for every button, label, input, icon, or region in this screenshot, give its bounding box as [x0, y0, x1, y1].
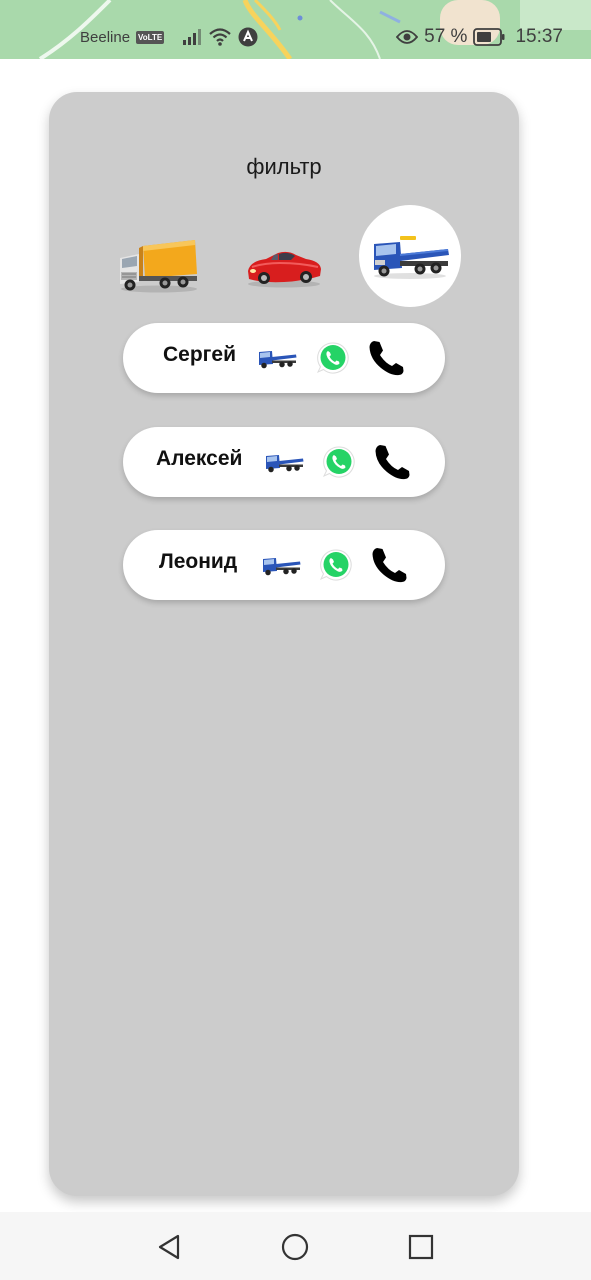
tow-truck-icon	[266, 455, 304, 473]
phone-icon[interactable]	[368, 544, 410, 586]
whatsapp-icon[interactable]	[321, 444, 357, 480]
contact-name: Сергей	[163, 343, 237, 366]
tow-truck-icon	[374, 236, 449, 279]
navigation-bar	[0, 1212, 591, 1280]
status-left-group: Beeline VoLTE	[80, 24, 258, 50]
whatsapp-icon[interactable]	[318, 547, 354, 583]
contact-card: Сергей	[123, 323, 445, 393]
contact-card: Леонид	[123, 530, 445, 600]
contact-card: Алексей	[123, 427, 445, 497]
status-right-group: 57 % 15:37	[396, 24, 563, 50]
filter-tow-truck-button[interactable]	[359, 205, 461, 307]
volte-badge: VoLTE	[136, 30, 165, 44]
home-button[interactable]	[281, 1233, 309, 1261]
battery-icon	[473, 28, 505, 46]
tow-truck-icon	[259, 351, 297, 369]
whatsapp-icon[interactable]	[315, 340, 351, 376]
recents-button[interactable]	[407, 1233, 435, 1261]
tow-truck-icon	[263, 558, 301, 576]
home-icon	[281, 1233, 309, 1261]
phone-icon[interactable]	[371, 441, 413, 483]
eye-icon	[396, 30, 419, 44]
sports-car-icon	[248, 251, 321, 288]
wifi-icon	[209, 28, 231, 46]
signal-icon	[183, 29, 202, 45]
nfc-icon	[238, 27, 258, 47]
recents-icon	[408, 1234, 434, 1260]
back-button[interactable]	[155, 1233, 183, 1261]
filter-car-button[interactable]	[241, 234, 327, 296]
clock: 15:37	[515, 26, 563, 47]
back-icon	[158, 1234, 180, 1260]
box-truck-icon	[120, 240, 197, 293]
contact-name: Леонид	[159, 550, 238, 573]
status-bar: Beeline VoLTE 57 % 15:37	[0, 0, 591, 59]
phone-icon[interactable]	[365, 337, 407, 379]
filter-panel: фильтр Сергей Алексей Леонид	[49, 92, 519, 1196]
battery-percent: 57 %	[424, 26, 468, 47]
contact-name: Алексей	[156, 447, 243, 470]
filter-box-truck-button[interactable]	[115, 230, 201, 300]
carrier-name: Beeline	[80, 28, 131, 46]
filter-title: фильтр	[246, 154, 322, 179]
